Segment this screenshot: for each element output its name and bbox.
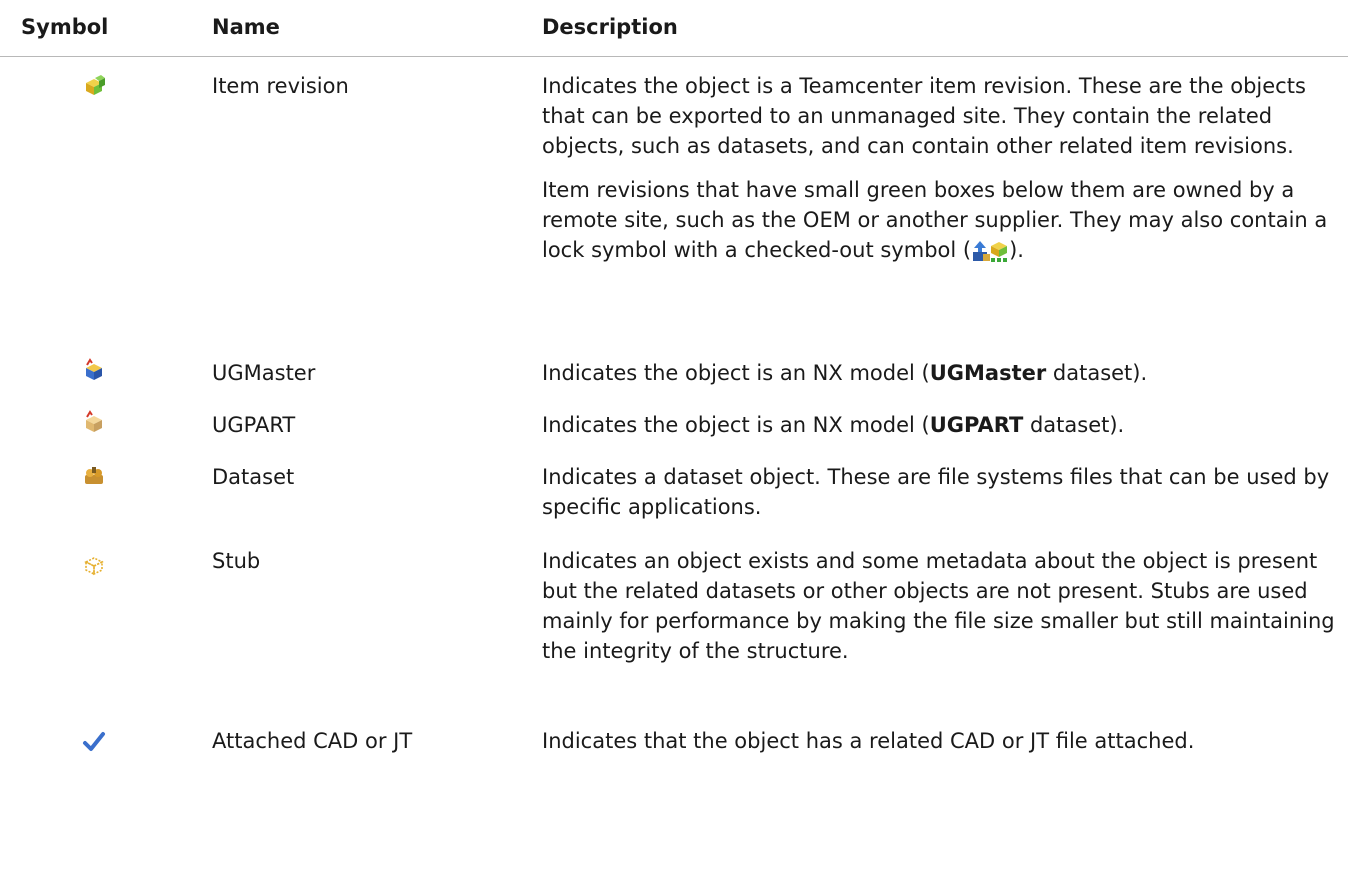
stub-icon — [84, 557, 104, 576]
symbol-table: Symbol Name Description Item revision In… — [0, 0, 1348, 776]
description-text: Item revisions that have small green box… — [542, 178, 1328, 262]
row-description: Indicates the object is an NX model (UGP… — [542, 413, 1125, 437]
dataset-type-bold: UGPART — [929, 413, 1024, 437]
item-revision-icon — [86, 75, 105, 95]
row-name: UGPART — [212, 413, 296, 437]
row-description: Indicates the object is an NX model (UGM… — [542, 361, 1148, 385]
header-symbol: Symbol — [0, 0, 200, 57]
header-description: Description — [530, 0, 1348, 57]
description-paragraph: Indicates the object is a Teamcenter ite… — [542, 74, 1306, 158]
table-row: Dataset Indicates a dataset object. Thes… — [0, 458, 1348, 542]
table-row: UGMaster Indicates the object is an NX m… — [0, 354, 1348, 406]
description-paragraph: Item revisions that have small green box… — [542, 175, 1338, 265]
table-row: Item revision Indicates the object is a … — [0, 57, 1348, 355]
header-name: Name — [200, 0, 530, 57]
row-name: Attached CAD or JT — [212, 729, 413, 753]
table-row: Stub Indicates an object exists and some… — [0, 542, 1348, 716]
ugpart-icon — [86, 410, 102, 432]
ugmaster-icon — [86, 358, 102, 380]
dataset-icon — [85, 467, 103, 484]
row-description: Indicates the object is a Teamcenter ite… — [530, 57, 1348, 355]
row-name: Dataset — [212, 465, 295, 489]
checked-out-lock-icon — [973, 241, 1008, 262]
row-description: Indicates that the object has a related … — [542, 729, 1195, 753]
dataset-type-bold: UGMaster — [929, 361, 1047, 385]
row-name: Item revision — [212, 74, 349, 98]
description-text: ). — [1009, 238, 1024, 262]
row-name: Stub — [212, 549, 261, 573]
table-header-row: Symbol Name Description — [0, 0, 1348, 57]
row-name: UGMaster — [212, 361, 316, 385]
row-description: Indicates an object exists and some meta… — [542, 549, 1335, 663]
checkmark-icon — [83, 732, 105, 751]
table-row: Attached CAD or JT Indicates that the ob… — [0, 716, 1348, 776]
table-row: UGPART Indicates the object is an NX mod… — [0, 406, 1348, 458]
row-description: Indicates a dataset object. These are fi… — [542, 465, 1330, 519]
